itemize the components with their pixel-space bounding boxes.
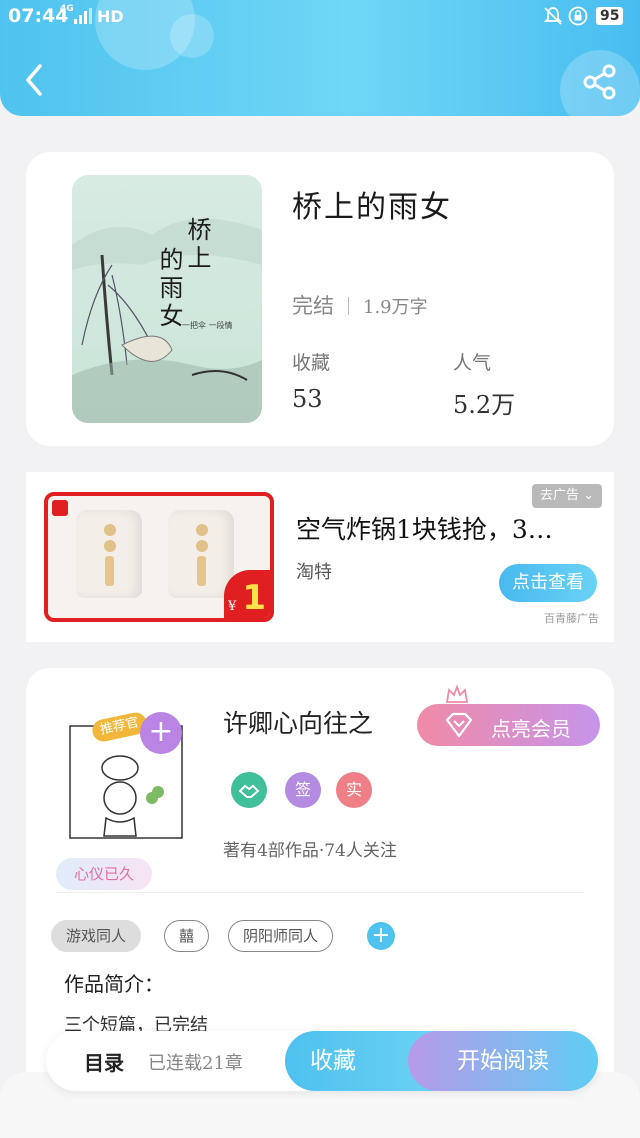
- ad-title: 空气炸锅1块钱抢，3…: [296, 515, 553, 544]
- air-fryer-image: [168, 510, 234, 598]
- crown-icon: [445, 684, 469, 703]
- lock-icon: [568, 6, 588, 26]
- diamond-icon: [445, 712, 473, 738]
- tag-double-happiness[interactable]: 囍: [164, 920, 210, 952]
- author-stats: 著有4部作品·74人关注: [223, 841, 397, 861]
- toc-button[interactable]: 目录: [84, 1047, 124, 1076]
- author-motto: 心仪已久: [56, 858, 153, 890]
- start-reading-button[interactable]: 开始阅读: [408, 1031, 598, 1091]
- intro-label: 作品简介：: [64, 972, 164, 996]
- verified-badge[interactable]: 实: [336, 772, 372, 808]
- vip-button-label: 点亮会员: [491, 717, 571, 741]
- book-cover[interactable]: 桥上 的雨女 一把伞 一段情: [72, 175, 262, 423]
- chapter-count[interactable]: 已连载21章: [148, 1049, 243, 1075]
- divider: [56, 892, 584, 893]
- signal-icon: [74, 8, 92, 24]
- mute-icon: [543, 7, 563, 25]
- ad-price-badge: ¥ 1: [224, 570, 270, 618]
- add-tag-button[interactable]: +: [367, 922, 395, 950]
- popularity-stat: 人气 5.2万: [453, 348, 515, 420]
- status-bar: 07:44 4G HD 95: [0, 0, 640, 34]
- word-count: 1.9万字: [363, 297, 428, 318]
- ad-price: 1: [242, 578, 266, 618]
- book-info-card: 桥上 的雨女 一把伞 一段情 桥上的雨女 完结 1.9万字 收藏 53 人气 5.…: [26, 152, 614, 446]
- cover-title-2: 的雨女: [155, 247, 183, 331]
- follow-plus-button[interactable]: +: [140, 712, 182, 754]
- remove-ad-label: 去广告: [540, 488, 580, 503]
- ad-cta-button[interactable]: 点击查看: [499, 564, 597, 602]
- signed-badge[interactable]: 签: [285, 772, 321, 808]
- ad-brand: 淘特: [296, 562, 332, 583]
- book-status-line: 完结 1.9万字: [292, 290, 428, 320]
- network-label: 4G: [60, 4, 74, 14]
- handshake-icon[interactable]: [231, 772, 267, 808]
- share-button[interactable]: [580, 62, 620, 102]
- ad-source: 百青藤广告: [544, 612, 599, 625]
- tag-onmyoji-fanfic[interactable]: 阴阳师同人: [228, 920, 334, 952]
- popularity-label: 人气: [453, 352, 492, 374]
- cover-quote: 一把伞 一段情: [182, 321, 233, 330]
- hd-label: HD: [97, 7, 124, 26]
- back-button[interactable]: [20, 60, 50, 100]
- air-fryer-image: [76, 510, 142, 598]
- ad-image[interactable]: ¥ 1: [44, 492, 274, 622]
- chevron-down-icon: ⌄: [583, 488, 595, 503]
- favorites-value: 53: [292, 385, 323, 413]
- vip-button[interactable]: 点亮会员: [417, 684, 600, 746]
- author-name[interactable]: 许卿心向往之: [223, 704, 373, 740]
- ad-logo-icon: [52, 500, 68, 516]
- favorites-label: 收藏: [292, 352, 331, 374]
- remove-ad-button[interactable]: 去广告 ⌄: [532, 484, 603, 508]
- bottom-action-bar: 目录 已连载21章 收藏 开始阅读: [46, 1031, 598, 1091]
- favorites-stat: 收藏 53: [292, 348, 330, 413]
- ad-currency: ¥: [228, 599, 237, 614]
- book-status: 完结: [292, 294, 334, 318]
- tag-game-fanfic[interactable]: 游戏同人: [51, 920, 142, 952]
- book-title: 桥上的雨女: [292, 190, 452, 225]
- battery-indicator: 95: [596, 7, 624, 25]
- ad-banner[interactable]: ¥ 1 去广告 ⌄ 空气炸锅1块钱抢，3… 淘特 点击查看 百青藤广告: [26, 472, 614, 642]
- separator: [348, 297, 349, 315]
- header-bar: 07:44 4G HD 95: [0, 0, 640, 116]
- popularity-value: 5.2万: [453, 391, 516, 419]
